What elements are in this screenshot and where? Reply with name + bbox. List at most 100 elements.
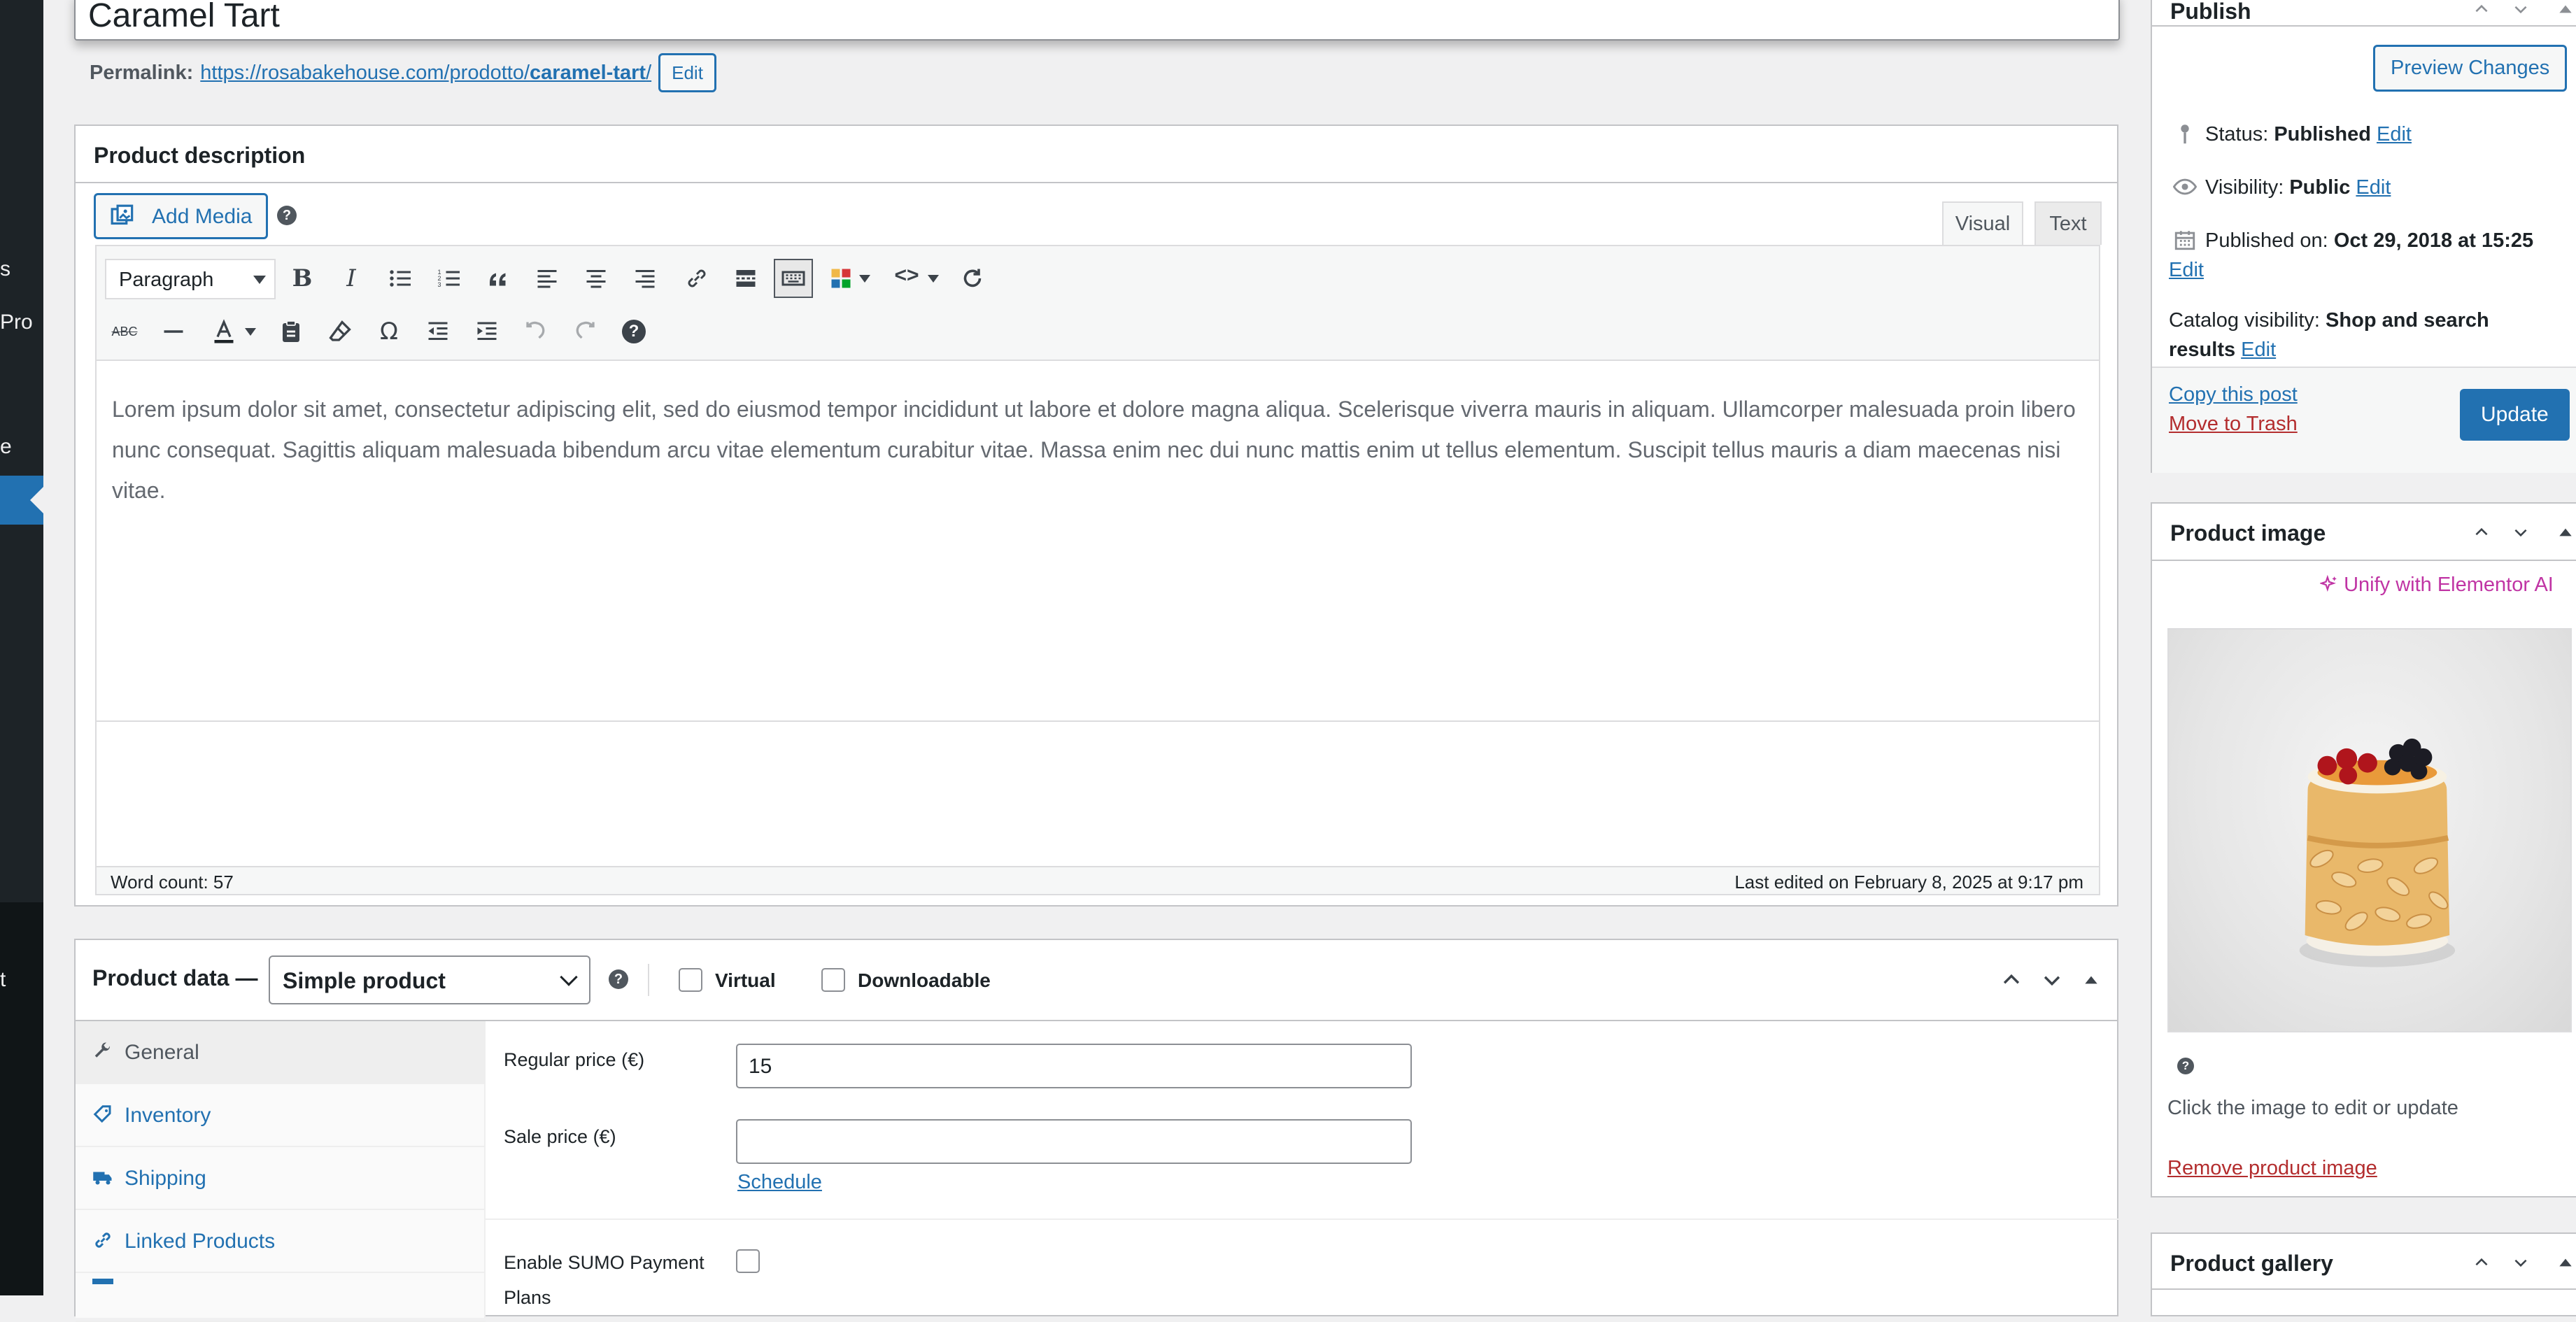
sumo-payment-label: Enable SUMO Payment [504, 1252, 705, 1273]
add-media-label: Add Media [152, 205, 253, 228]
product-type-help-icon[interactable]: ? [609, 969, 628, 989]
redo-icon[interactable] [565, 312, 604, 351]
keyboard-shortcuts-icon[interactable]: ? [614, 312, 653, 351]
toggle-panel-icon[interactable] [2082, 971, 2100, 989]
menu-item-label[interactable]: t [0, 968, 6, 992]
regular-price-input[interactable]: 15 [736, 1044, 1412, 1088]
paste-text-icon[interactable] [271, 312, 311, 351]
downloadable-checkbox[interactable] [821, 968, 845, 992]
strikethrough-icon[interactable]: ABC [105, 312, 144, 351]
publish-title: Publish [2170, 0, 2251, 24]
toggle-panel-icon[interactable] [2556, 1253, 2575, 1272]
add-media-help-icon[interactable]: ? [277, 206, 297, 225]
clear-formatting-icon[interactable] [320, 312, 360, 351]
move-down-icon[interactable] [2512, 523, 2530, 541]
link-icon [95, 1232, 111, 1248]
horizontal-line-icon[interactable] [154, 312, 193, 351]
product-description-box: Product description Add Media ? Visual T… [74, 125, 2118, 907]
catalog-visibility-edit-link[interactable]: Edit [2241, 339, 2276, 361]
publish-header: Publish [2152, 0, 2576, 27]
move-up-icon[interactable] [2472, 523, 2491, 541]
outdent-icon[interactable] [418, 312, 458, 351]
published-on-edit-link[interactable]: Edit [2169, 259, 2204, 282]
permalink-url[interactable]: https://rosabakehouse.com/prodotto/caram… [200, 62, 651, 85]
permalink-label: Permalink: [90, 61, 194, 84]
preview-changes-button[interactable]: Preview Changes [2373, 45, 2568, 92]
catalog-visibility-row-cont: results Edit [2169, 339, 2277, 361]
sumo-payment-checkbox[interactable] [736, 1249, 760, 1273]
move-up-icon[interactable] [2000, 968, 2023, 992]
product-image-header: Product image [2152, 504, 2576, 561]
eye-icon [2173, 178, 2197, 195]
schedule-link[interactable]: Schedule [737, 1171, 822, 1194]
color-grid-dropdown-icon[interactable] [851, 259, 879, 298]
align-right-icon[interactable] [625, 259, 665, 298]
menu-item-label[interactable]: s [0, 257, 10, 281]
regular-price-label: Regular price (€) [504, 1049, 645, 1070]
status-row: Status: Published Edit [2205, 123, 2412, 145]
toggle-panel-icon[interactable] [2556, 523, 2575, 541]
menu-item-label[interactable]: e [0, 435, 12, 459]
product-image-help-icon[interactable]: ? [2177, 1058, 2194, 1074]
remove-product-image-link[interactable]: Remove product image [2167, 1157, 2377, 1180]
tab-visual[interactable]: Visual [1942, 201, 2023, 245]
product-image[interactable] [2167, 628, 2572, 1032]
move-down-icon[interactable] [2040, 968, 2064, 992]
italic-icon[interactable]: I [332, 259, 371, 298]
toolbar-toggle-icon[interactable] [774, 259, 813, 298]
toggle-panel-icon[interactable] [2556, 0, 2575, 18]
update-button[interactable]: Update [2460, 389, 2570, 441]
bullet-list-icon[interactable] [381, 259, 420, 298]
cake-image [2299, 738, 2456, 967]
status-edit-link[interactable]: Edit [2377, 123, 2412, 145]
tab-shipping[interactable]: Shipping [76, 1147, 486, 1210]
product-title-input[interactable]: Caramel Tart [74, 0, 2120, 41]
divider [648, 964, 649, 996]
tab-inventory[interactable]: Inventory [76, 1084, 486, 1147]
link-icon[interactable] [677, 259, 716, 298]
indent-icon[interactable] [467, 312, 507, 351]
special-character-icon[interactable]: Ω [369, 312, 409, 351]
editor-content[interactable]: Lorem ipsum dolor sit amet, consectetur … [112, 389, 2082, 511]
move-down-icon[interactable] [2512, 1253, 2530, 1272]
align-center-icon[interactable] [576, 259, 616, 298]
tab-general[interactable]: General [76, 1021, 486, 1084]
product-type-select[interactable]: Simple product [269, 955, 590, 1004]
tab-more[interactable] [76, 1273, 486, 1322]
add-media-button[interactable]: Add Media [94, 193, 269, 239]
text-color-dropdown-icon[interactable] [236, 312, 264, 351]
tab-text[interactable]: Text [2034, 201, 2102, 245]
move-up-icon[interactable] [2472, 0, 2491, 18]
undo-icon[interactable] [516, 312, 555, 351]
move-up-icon[interactable] [2472, 1253, 2491, 1272]
sumo-payment-label-cont: Plans [504, 1287, 551, 1308]
menu-item-label[interactable]: Pro [0, 311, 33, 334]
sale-price-input[interactable] [736, 1119, 1412, 1164]
permalink-edit-button[interactable]: Edit [658, 53, 716, 92]
elementor-ai-label: Unify with Elementor AI [2344, 574, 2554, 596]
permalink-row: Permalink: https://rosabakehouse.com/pro… [90, 50, 716, 95]
elementor-ai-link[interactable]: Unify with Elementor AI [2319, 574, 2554, 597]
visibility-edit-link[interactable]: Edit [2356, 176, 2391, 199]
format-select[interactable]: Paragraph [105, 259, 276, 299]
move-to-trash-link[interactable]: Move to Trash [2169, 413, 2298, 436]
read-more-icon[interactable] [726, 259, 765, 298]
copy-post-link[interactable]: Copy this post [2169, 383, 2298, 406]
truck-icon [93, 1172, 112, 1185]
product-image-box: Product image Unify with Elementor AI ? … [2151, 502, 2576, 1197]
bold-icon[interactable]: B [283, 259, 322, 298]
numbered-list-icon[interactable]: 123 [430, 259, 469, 298]
align-left-icon[interactable] [528, 259, 567, 298]
product-data-title: Product data — [92, 965, 258, 990]
tab-label: Linked Products [125, 1230, 276, 1253]
tab-label: General [125, 1041, 199, 1064]
virtual-checkbox[interactable] [679, 968, 702, 992]
refresh-icon[interactable] [953, 259, 992, 298]
format-select-value: Paragraph [119, 269, 214, 291]
move-down-icon[interactable] [2512, 0, 2530, 18]
publish-actions: Copy this post Move to Trash Update [2152, 367, 2576, 473]
code-dropdown-icon[interactable] [919, 259, 947, 298]
blockquote-icon[interactable] [479, 259, 518, 298]
tab-linked-products[interactable]: Linked Products [76, 1210, 486, 1273]
editor-status-bar: Word count: 57 Last edited on February 8… [97, 866, 2099, 894]
